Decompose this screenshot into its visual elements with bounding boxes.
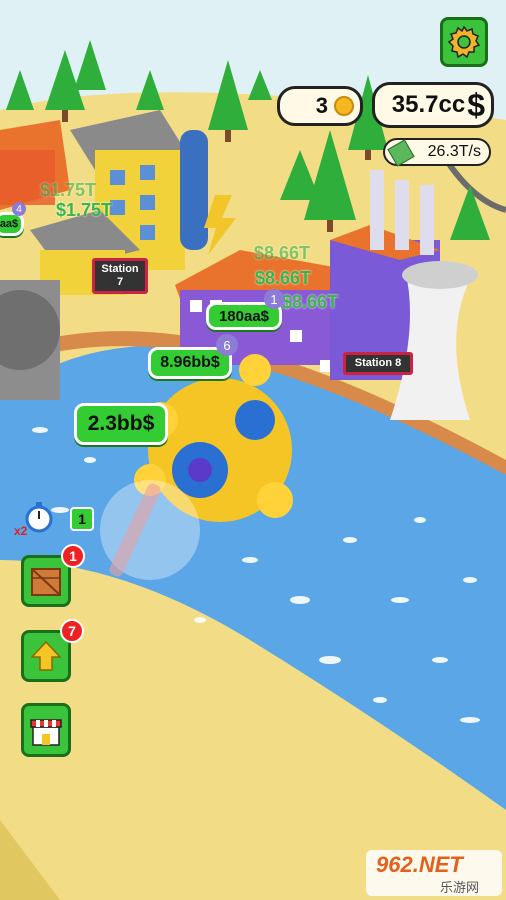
arrow-up-icon xyxy=(30,640,62,671)
floating-income: $1.75T xyxy=(56,200,113,220)
game-scene xyxy=(0,0,506,900)
coins-value: 3 xyxy=(315,93,328,118)
floating-income: $8.66T xyxy=(254,243,311,263)
station-8-sign: Station 8 xyxy=(343,352,413,375)
floating-income: $1.75T xyxy=(40,180,97,200)
floating-income: $8.66T xyxy=(282,292,339,312)
crate-icon xyxy=(31,568,61,596)
station-8-label: Station 8 xyxy=(354,357,402,369)
station-7-sign: Station 7 xyxy=(92,258,148,294)
level-badge: 4 xyxy=(12,202,26,216)
level-badge: 1 xyxy=(264,289,284,309)
dollar-icon: $ xyxy=(467,86,485,123)
income-rate-pill: 26.3T/s xyxy=(383,138,491,167)
shop-icon xyxy=(30,719,62,746)
money-bubble-23bb[interactable]: 2.3bb$ xyxy=(74,403,168,445)
shop-button[interactable] xyxy=(21,703,71,757)
crate-notification-badge: 1 xyxy=(61,544,85,568)
income-rate-value: 26.3T/s xyxy=(427,143,481,160)
boost-count-badge: 1 xyxy=(70,507,94,531)
coin-icon xyxy=(334,96,354,116)
upgrade-notification-badge: 7 xyxy=(60,619,84,643)
gear-icon xyxy=(447,25,481,59)
cash-pill: 35.7cc $ xyxy=(372,82,494,128)
station-7-label: Station 7 xyxy=(101,263,139,288)
settings-button[interactable] xyxy=(440,17,488,67)
watermark: 962.NET 乐游网 xyxy=(366,850,502,896)
cash-value: 35.7cc xyxy=(391,91,466,118)
cash-stack-icon xyxy=(387,139,415,167)
coins-pill: 3 xyxy=(277,86,363,126)
boost-multiplier: x2 xyxy=(14,524,28,538)
level-badge: 6 xyxy=(216,334,238,356)
boost-timer[interactable]: x2 xyxy=(14,500,74,540)
floating-income: $8.66T xyxy=(255,268,312,288)
